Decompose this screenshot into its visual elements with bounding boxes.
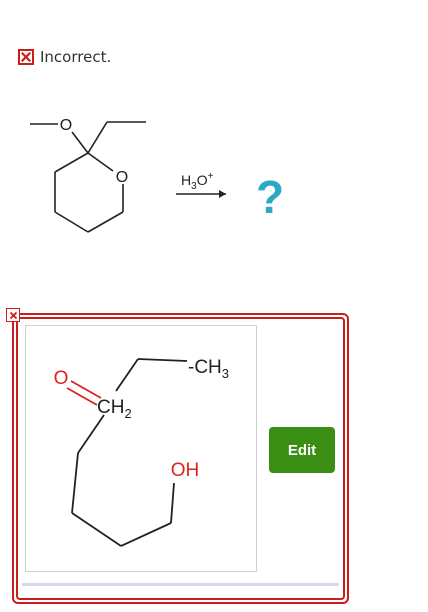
ch3-label: -CH3 [188,357,229,381]
unknown-product-mark: ? [256,171,284,223]
ch2-label: CH2 [97,397,132,421]
carbonyl-oxygen-label: O [54,368,69,389]
hydroxyl-label: OH [171,460,200,481]
status-text: Incorrect. [40,48,112,66]
answer-divider [22,583,339,586]
reagent-label: H3O+ [181,171,214,192]
edit-button[interactable]: Edit [269,427,335,473]
answer-structure-box[interactable]: O CH2 -CH3 OH [25,325,257,572]
answer-structure: O CH2 -CH3 OH [54,357,229,547]
status-row: Incorrect. [18,46,111,68]
reactant-structure [30,121,146,233]
reaction-scheme: O O H3O+ ? [30,117,284,233]
answer-incorrect-x-icon [6,308,20,322]
incorrect-x-icon [18,49,34,65]
ring-oxygen-label: O [116,169,128,186]
reaction-arrow [176,190,226,198]
ether-oxygen-label: O [60,117,72,134]
